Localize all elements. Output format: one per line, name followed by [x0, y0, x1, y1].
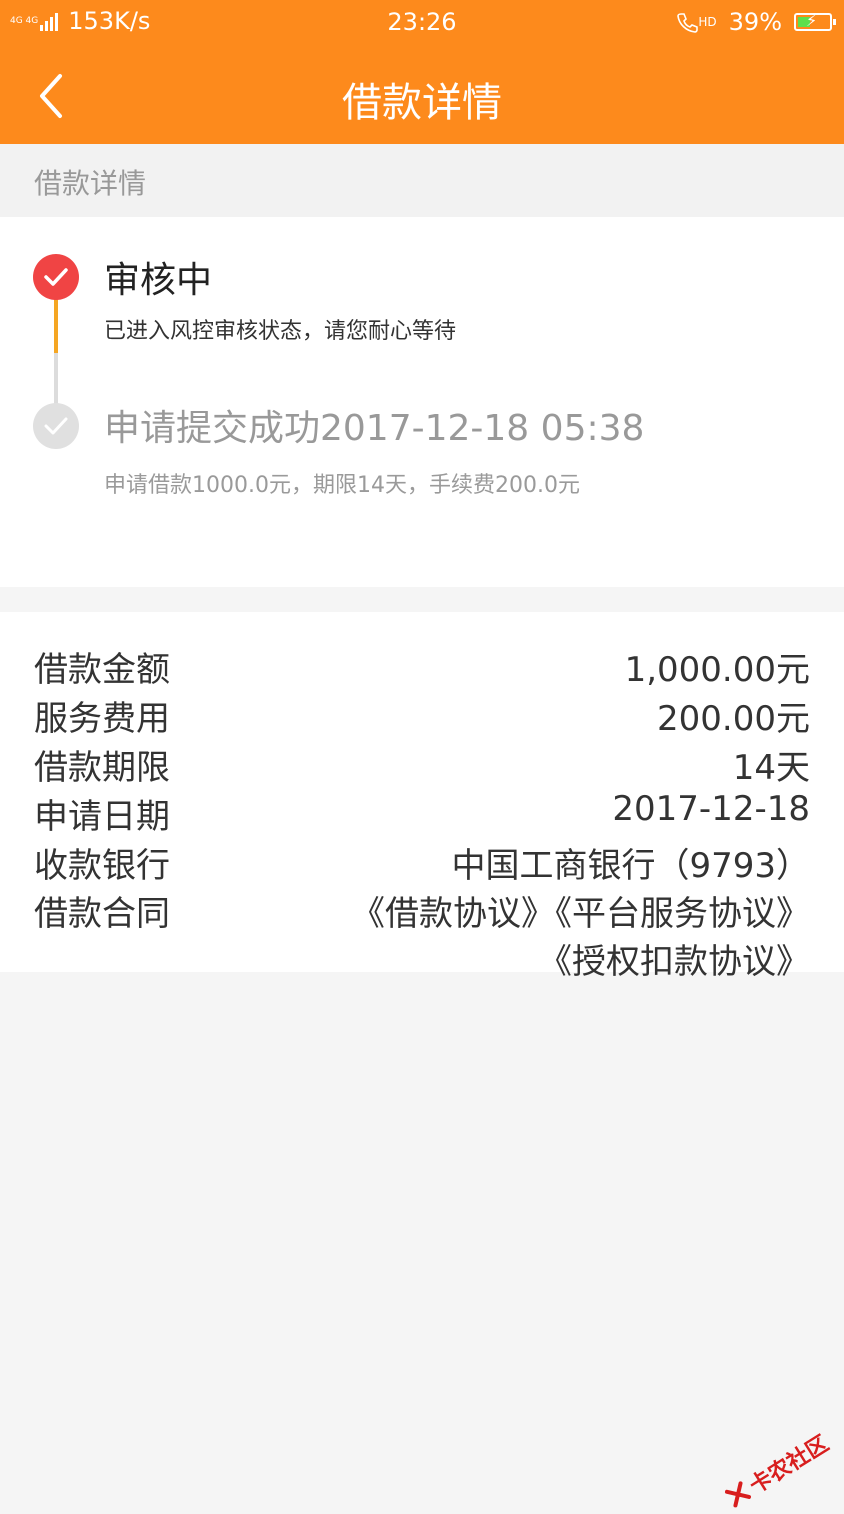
detail-label: 借款金额 — [34, 650, 170, 690]
nav-bar: 借款详情 — [0, 46, 844, 144]
section-header: 借款详情 — [0, 144, 844, 217]
detail-label: 服务费用 — [34, 699, 170, 739]
step-desc-reviewing: 已进入风控审核状态，请您耐心等待 — [104, 319, 457, 344]
loan-agreement-link[interactable]: 《借款协议》 — [351, 894, 555, 934]
check-icon — [33, 403, 79, 449]
detail-row-fee: 服务费用 200.00元 — [34, 691, 810, 739]
detail-row-contract: 借款合同 《借款协议》《平台服务协议》 《授权扣款协议》 — [34, 886, 810, 982]
detail-label: 借款合同 — [34, 894, 170, 934]
status-right: HD 39% ⚡ — [676, 8, 836, 36]
step-title-submitted: 申请提交成功2017-12-18 05:38 — [104, 408, 645, 449]
detail-row-date: 申请日期 2017-12-18 — [34, 789, 810, 837]
detail-value: 14天 — [732, 748, 810, 788]
platform-service-agreement-link[interactable]: 《平台服务协议》 — [555, 894, 810, 934]
section-header-label: 借款详情 — [34, 167, 147, 200]
status-bar: 4G 4G 153K/s 23:26 HD 39% ⚡ — [0, 0, 844, 46]
timeline-connector-done — [54, 353, 58, 409]
debit-authorization-agreement-link[interactable]: 《授权扣款协议》 — [538, 934, 810, 983]
page-title: 借款详情 — [342, 80, 502, 126]
detail-value: 1,000.00元 — [624, 650, 810, 690]
detail-label: 申请日期 — [34, 797, 170, 837]
hd-label: HD — [698, 15, 717, 29]
detail-label: 收款银行 — [34, 846, 170, 886]
detail-row-term: 借款期限 14天 — [34, 740, 810, 788]
detail-value: 2017-12-18 — [612, 789, 810, 829]
detail-value: 200.00元 — [657, 699, 810, 739]
timeline-connector-active — [54, 297, 58, 353]
loan-details: 借款金额 1,000.00元 服务费用 200.00元 借款期限 14天 申请日… — [0, 612, 844, 982]
check-icon — [33, 254, 79, 300]
step-title-reviewing: 审核中 — [104, 260, 213, 301]
hd-call-icon: HD — [676, 11, 717, 33]
watermark-text: 卡农社区 — [745, 1431, 834, 1500]
detail-row-amount: 借款金额 1,000.00元 — [34, 642, 810, 690]
step-desc-submitted: 申请借款1000.0元，期限14天，手续费200.0元 — [104, 473, 580, 498]
detail-label: 借款期限 — [34, 748, 170, 788]
contract-links: 《借款协议》《平台服务协议》 — [351, 886, 810, 935]
battery-icon: ⚡ — [794, 11, 836, 31]
status-timeline: 审核中 已进入风控审核状态，请您耐心等待 申请提交成功2017-12-18 05… — [0, 217, 844, 587]
detail-row-bank: 收款银行 中国工商银行（9793） — [34, 838, 810, 886]
watermark: 卡农社区 — [720, 1426, 834, 1514]
battery-percent: 39% — [728, 8, 782, 36]
detail-value: 中国工商银行（9793） — [451, 846, 810, 886]
